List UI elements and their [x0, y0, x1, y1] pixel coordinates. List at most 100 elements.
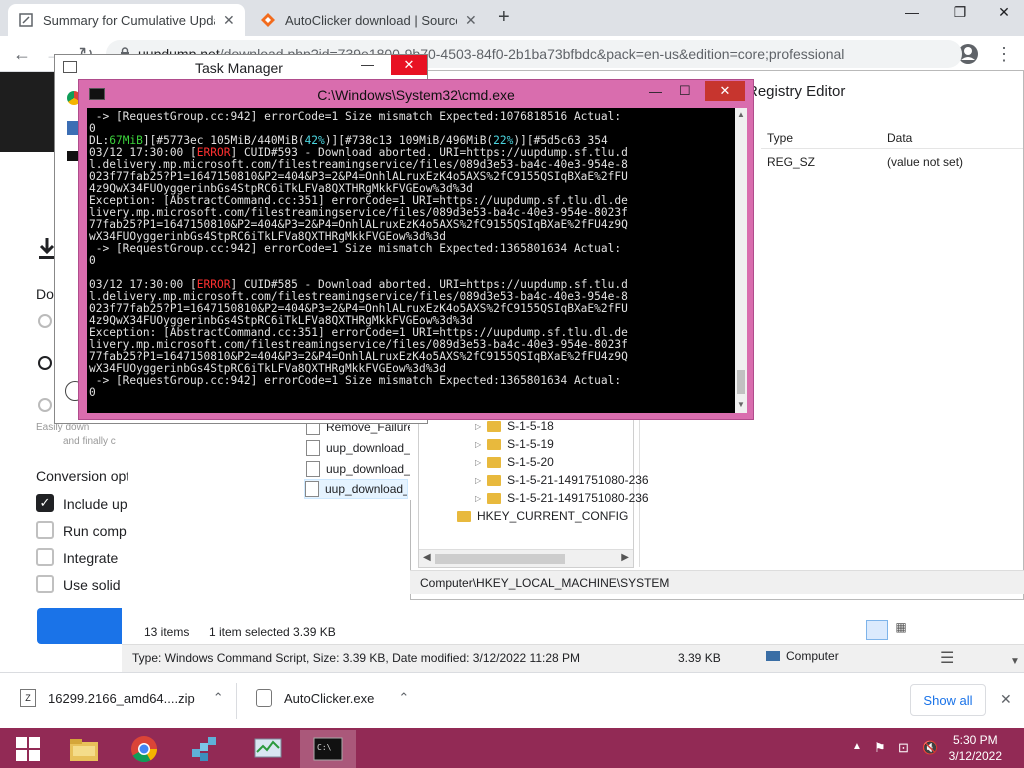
close-shelf-icon[interactable]: ✕ [1000, 691, 1012, 708]
expand-icon[interactable]: ▷ [475, 494, 481, 503]
zip-file-icon: Z [20, 689, 36, 707]
tree-node-hkcc[interactable]: HKEY_CURRENT_CONFIG [457, 509, 628, 523]
vertical-scrollbar[interactable]: ▲ ▼ [735, 108, 747, 413]
folder-icon [487, 438, 502, 450]
radio-option[interactable] [38, 314, 52, 328]
registry-path-bar: Computer\HKEY_LOCAL_MACHINE\SYSTEM [410, 570, 1024, 594]
page-heading-fragment: Do [36, 286, 54, 302]
column-type[interactable]: Type [767, 131, 793, 145]
tree-node[interactable]: ▷ S-1-5-19 [475, 437, 554, 451]
console-area[interactable]: -> [RequestGroup.cc:942] errorCode=1 Siz… [87, 108, 747, 413]
task-manager-taskbar-icon[interactable] [240, 730, 296, 768]
list-view-icon[interactable]: ☰ [940, 648, 954, 668]
tab-autoclicker[interactable]: AutoClicker download | SourceForge ✕ [250, 4, 487, 36]
chevron-up-icon[interactable]: ⌃ [213, 690, 224, 706]
download-item-exe[interactable]: AutoClicker.exe ⌃ [256, 689, 409, 707]
scroll-thumb[interactable] [737, 370, 745, 394]
tab-strip: Summary for Cumulative Update ✕ AutoClic… [0, 0, 1024, 36]
menu-icon[interactable]: ⋮ [990, 40, 1018, 68]
scroll-thumb[interactable] [435, 554, 565, 564]
file-item-selected[interactable]: uup_download_ [304, 479, 408, 499]
expand-icon[interactable]: ▷ [475, 440, 481, 449]
checkbox-label: Run comp [63, 523, 127, 539]
checkbox-include-updates[interactable]: ✓ [36, 494, 54, 512]
expand-icon[interactable]: ▷ [475, 476, 481, 485]
scroll-down-icon[interactable]: ▼ [737, 400, 745, 409]
file-size: 3.39 KB [678, 651, 721, 665]
volume-muted-icon[interactable]: 🔇 [922, 740, 938, 756]
restore-icon[interactable]: ❐ [938, 0, 982, 24]
tab-summary[interactable]: Summary for Cumulative Update ✕ [8, 4, 245, 36]
large-icons-view-icon[interactable]: ▦ [892, 620, 910, 640]
expand-icon[interactable]: ▷ [475, 458, 481, 467]
action-center-icon[interactable]: ⚑ [874, 740, 886, 756]
file-item[interactable]: uup_download_ [306, 438, 410, 458]
close-icon[interactable]: ✕ [982, 0, 1024, 24]
computer-icon [766, 651, 780, 661]
file-icon [306, 461, 320, 477]
tab-title: AutoClicker download | SourceForge [285, 12, 457, 28]
scroll-down-icon[interactable]: ▼ [1010, 656, 1020, 667]
console-line: 0 [89, 254, 96, 267]
value-type: REG_SZ [767, 155, 816, 169]
title-bar: Task Manager — ✕ [55, 55, 427, 81]
tree-node[interactable]: ▷ S-1-5-18 [475, 419, 554, 433]
file-item[interactable]: uup_download_ [306, 459, 410, 479]
details-view-icon[interactable] [866, 620, 888, 640]
explorer-window: 13 items 1 item selected 3.39 KB ▦ Type:… [122, 600, 1024, 672]
close-icon[interactable]: ✕ [391, 55, 427, 75]
minimize-icon[interactable]: — [890, 0, 934, 24]
create-download-button[interactable] [37, 608, 127, 644]
scroll-right-icon[interactable]: ▶ [621, 552, 629, 563]
checkbox-integrate[interactable] [36, 548, 54, 566]
radio-option-selected[interactable] [38, 356, 52, 370]
registry-editor-taskbar-icon[interactable] [176, 730, 232, 768]
minimize-icon[interactable]: — [649, 84, 662, 99]
download-shelf: Z 16299.2166_amd64....zip ⌃ AutoClicker.… [0, 672, 1024, 728]
file-list: Remove_Failure uup_download_ uup_downloa… [128, 415, 418, 500]
checkbox-label: Integrate [63, 550, 119, 566]
chrome-taskbar-icon[interactable] [116, 730, 172, 768]
cmd-taskbar-icon[interactable]: C:\ [300, 730, 356, 768]
show-hidden-icons[interactable]: ▲ [852, 741, 862, 752]
close-tab-icon[interactable]: ✕ [465, 12, 477, 29]
registry-tree: ▷ S-1-5-18 ▷ S-1-5-19 ▷ S-1-5-20 ▷ S-1-5-21-… [418, 412, 649, 568]
tree-node[interactable]: ▷ S-1-5-21-1491751080-236 [475, 491, 649, 505]
location: Computer [766, 649, 839, 663]
folder-icon [457, 510, 471, 522]
console-line: -> [RequestGroup.cc:942] errorCode=1 Siz… [89, 242, 622, 255]
chevron-up-icon[interactable]: ⌃ [398, 690, 409, 706]
svg-text:C:\: C:\ [317, 743, 332, 752]
minimize-icon[interactable]: — [361, 57, 374, 72]
file-explorer-taskbar-icon[interactable] [56, 730, 112, 768]
tree-node[interactable]: ▷ S-1-5-21-1491751080-236 [475, 473, 649, 487]
close-tab-icon[interactable]: ✕ [223, 12, 235, 29]
show-all-button[interactable]: Show all [910, 684, 986, 716]
expand-icon[interactable]: ▷ [475, 422, 481, 431]
checkbox-use-solid[interactable] [36, 575, 54, 593]
task-manager-icon [63, 61, 77, 73]
scroll-left-icon[interactable]: ◀ [423, 552, 431, 563]
scroll-up-icon[interactable]: ▲ [737, 110, 745, 119]
radio-option[interactable] [38, 398, 52, 412]
selection-info: 1 item selected 3.39 KB [209, 625, 336, 639]
system-clock[interactable]: 5:30 PM 3/12/2022 [949, 732, 1002, 764]
new-tab-button[interactable]: + [498, 6, 510, 29]
maximize-icon[interactable]: ☐ [679, 83, 691, 99]
clock-time: 5:30 PM [952, 733, 998, 747]
back-icon[interactable]: ← [8, 40, 36, 68]
folder-icon [487, 456, 502, 468]
checkbox-run-component[interactable] [36, 521, 54, 539]
close-icon[interactable]: ✕ [705, 81, 745, 101]
folder-icon [487, 474, 502, 486]
file-icon [306, 440, 320, 456]
tree-node[interactable]: ▷ S-1-5-20 [475, 455, 554, 469]
network-icon[interactable]: ⊡ [898, 740, 909, 756]
checkbox-label: Include up [63, 496, 128, 512]
windows-logo-icon [16, 737, 40, 761]
horizontal-scrollbar[interactable]: ◀ ▶ [419, 549, 633, 567]
divider [236, 683, 237, 719]
download-item-zip[interactable]: Z 16299.2166_amd64....zip ⌃ [20, 689, 224, 707]
start-button[interactable] [0, 730, 56, 768]
column-data[interactable]: Data [887, 131, 912, 145]
